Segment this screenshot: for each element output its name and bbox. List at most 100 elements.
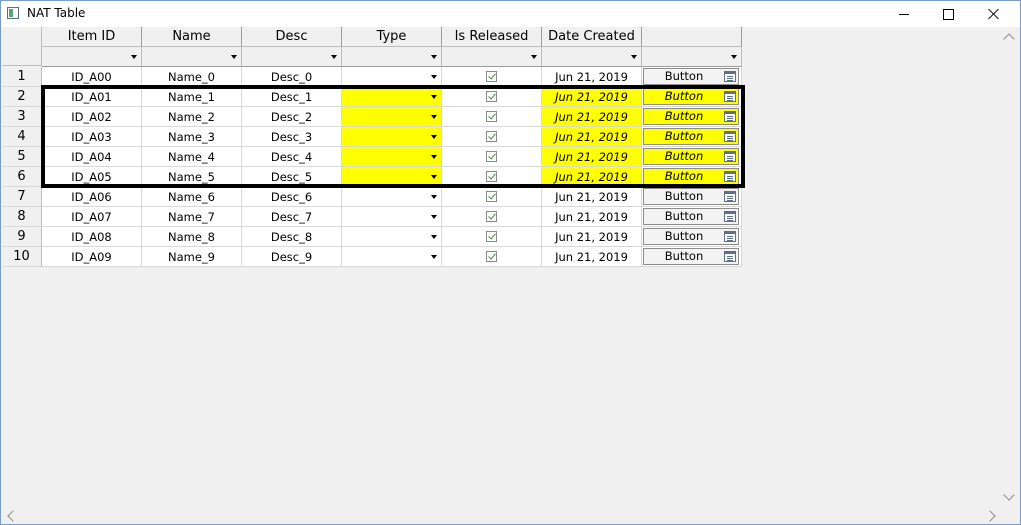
- filter-dropdown-icon[interactable]: [731, 55, 737, 59]
- cell-item-id[interactable]: ID_A03: [42, 127, 142, 147]
- maximize-button[interactable]: [925, 1, 971, 27]
- released-checkbox[interactable]: [486, 71, 497, 82]
- cell-item-id[interactable]: ID_A02: [42, 107, 142, 127]
- cell-button[interactable]: Button: [642, 227, 742, 247]
- cell-desc[interactable]: Desc_1: [242, 87, 342, 107]
- cell-date-created[interactable]: Jun 21, 2019: [542, 127, 642, 147]
- cell-item-id[interactable]: ID_A00: [42, 67, 142, 87]
- filter-dropdown-icon[interactable]: [431, 55, 437, 59]
- cell-name[interactable]: Name_9: [142, 247, 242, 267]
- row-button[interactable]: Button: [643, 128, 739, 145]
- cell-desc[interactable]: Desc_3: [242, 127, 342, 147]
- row-header[interactable]: 8: [2, 207, 42, 227]
- scroll-up-icon[interactable]: [1003, 33, 1015, 45]
- row-header[interactable]: 7: [2, 187, 42, 207]
- cell-item-id[interactable]: ID_A04: [42, 147, 142, 167]
- cell-is-released[interactable]: [442, 207, 542, 227]
- column-header-button[interactable]: [642, 27, 742, 47]
- cell-desc[interactable]: Desc_9: [242, 247, 342, 267]
- cell-button[interactable]: Button: [642, 107, 742, 127]
- cell-button[interactable]: Button: [642, 127, 742, 147]
- column-header-item-id[interactable]: Item ID: [42, 27, 142, 47]
- row-button[interactable]: Button: [643, 208, 739, 225]
- cell-desc[interactable]: Desc_6: [242, 187, 342, 207]
- calendar-icon[interactable]: [724, 211, 736, 222]
- cell-desc[interactable]: Desc_0: [242, 67, 342, 87]
- released-checkbox[interactable]: [486, 91, 497, 102]
- row-header[interactable]: 4: [2, 127, 42, 147]
- cell-is-released[interactable]: [442, 87, 542, 107]
- cell-date-created[interactable]: Jun 21, 2019: [542, 247, 642, 267]
- cell-date-created[interactable]: Jun 21, 2019: [542, 207, 642, 227]
- row-header[interactable]: 10: [2, 247, 42, 267]
- released-checkbox[interactable]: [486, 251, 497, 262]
- cell-is-released[interactable]: [442, 167, 542, 187]
- cell-type[interactable]: [342, 107, 442, 127]
- cell-button[interactable]: Button: [642, 247, 742, 267]
- calendar-icon[interactable]: [724, 171, 736, 182]
- cell-button[interactable]: Button: [642, 207, 742, 227]
- type-dropdown-icon[interactable]: [431, 235, 437, 239]
- cell-name[interactable]: Name_4: [142, 147, 242, 167]
- cell-type[interactable]: [342, 247, 442, 267]
- row-button[interactable]: Button: [643, 188, 739, 205]
- filter-cell-date-created[interactable]: [542, 47, 642, 67]
- filter-cell-is-released[interactable]: [442, 47, 542, 67]
- cell-type[interactable]: [342, 67, 442, 87]
- calendar-icon[interactable]: [724, 71, 736, 82]
- row-header[interactable]: 1: [2, 67, 42, 87]
- cell-name[interactable]: Name_3: [142, 127, 242, 147]
- title-bar[interactable]: NAT Table: [1, 1, 1020, 27]
- type-dropdown-icon[interactable]: [431, 75, 437, 79]
- row-button[interactable]: Button: [643, 148, 739, 165]
- type-dropdown-icon[interactable]: [431, 155, 437, 159]
- cell-item-id[interactable]: ID_A01: [42, 87, 142, 107]
- cell-button[interactable]: Button: [642, 187, 742, 207]
- filter-cell-desc[interactable]: [242, 47, 342, 67]
- cell-name[interactable]: Name_2: [142, 107, 242, 127]
- cell-name[interactable]: Name_8: [142, 227, 242, 247]
- type-dropdown-icon[interactable]: [431, 135, 437, 139]
- cell-item-id[interactable]: ID_A05: [42, 167, 142, 187]
- cell-button[interactable]: Button: [642, 67, 742, 87]
- type-dropdown-icon[interactable]: [431, 115, 437, 119]
- vertical-scrollbar[interactable]: [1000, 27, 1017, 507]
- calendar-icon[interactable]: [724, 91, 736, 102]
- scroll-down-icon[interactable]: [1003, 489, 1015, 501]
- cell-is-released[interactable]: [442, 247, 542, 267]
- row-button[interactable]: Button: [643, 168, 739, 185]
- cell-name[interactable]: Name_5: [142, 167, 242, 187]
- filter-cell-item-id[interactable]: [42, 47, 142, 67]
- row-button[interactable]: Button: [643, 228, 739, 245]
- released-checkbox[interactable]: [486, 171, 497, 182]
- cell-name[interactable]: Name_1: [142, 87, 242, 107]
- row-header[interactable]: 2: [2, 87, 42, 107]
- released-checkbox[interactable]: [486, 111, 497, 122]
- filter-dropdown-icon[interactable]: [131, 55, 137, 59]
- released-checkbox[interactable]: [486, 211, 497, 222]
- cell-date-created[interactable]: Jun 21, 2019: [542, 87, 642, 107]
- cell-button[interactable]: Button: [642, 167, 742, 187]
- column-header-date-created[interactable]: Date Created: [542, 27, 642, 47]
- cell-type[interactable]: [342, 207, 442, 227]
- released-checkbox[interactable]: [486, 151, 497, 162]
- cell-name[interactable]: Name_0: [142, 67, 242, 87]
- filter-dropdown-icon[interactable]: [331, 55, 337, 59]
- calendar-icon[interactable]: [724, 111, 736, 122]
- cell-item-id[interactable]: ID_A09: [42, 247, 142, 267]
- scroll-left-icon[interactable]: [7, 510, 19, 522]
- cell-name[interactable]: Name_6: [142, 187, 242, 207]
- cell-button[interactable]: Button: [642, 87, 742, 107]
- row-button[interactable]: Button: [643, 248, 739, 265]
- column-header-is-released[interactable]: Is Released: [442, 27, 542, 47]
- table-corner[interactable]: [2, 27, 42, 66]
- cell-date-created[interactable]: Jun 21, 2019: [542, 227, 642, 247]
- cell-type[interactable]: [342, 87, 442, 107]
- type-dropdown-icon[interactable]: [431, 95, 437, 99]
- cell-is-released[interactable]: [442, 107, 542, 127]
- cell-desc[interactable]: Desc_8: [242, 227, 342, 247]
- cell-item-id[interactable]: ID_A07: [42, 207, 142, 227]
- cell-type[interactable]: [342, 167, 442, 187]
- calendar-icon[interactable]: [724, 151, 736, 162]
- calendar-icon[interactable]: [724, 131, 736, 142]
